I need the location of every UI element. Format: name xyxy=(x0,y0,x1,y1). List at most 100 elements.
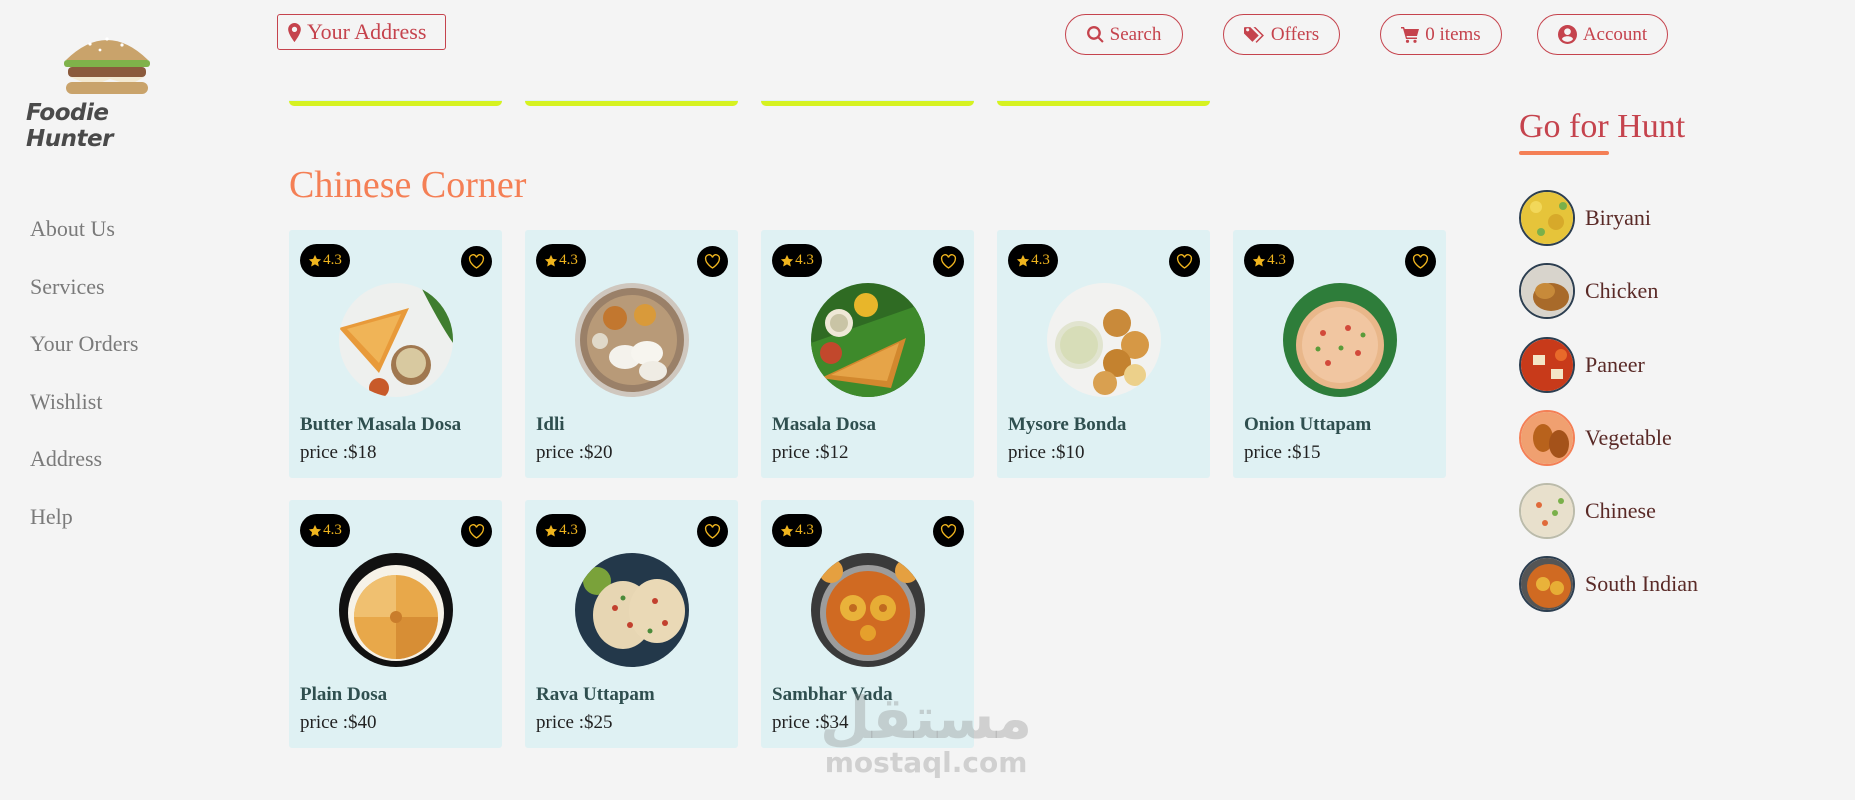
heart-icon xyxy=(1412,254,1429,269)
food-image xyxy=(339,553,453,667)
sidebar-item-services[interactable]: Services xyxy=(30,274,138,332)
watermark-latin: mostaql.com xyxy=(824,746,1028,779)
rating-badge: 4.3 xyxy=(536,244,586,277)
cart-icon xyxy=(1401,26,1420,43)
wishlist-button[interactable] xyxy=(933,246,964,277)
food-card-rava-uttapam[interactable]: 4.3 Rava Uttapam price :$25 xyxy=(525,500,738,748)
category-chinese[interactable]: Chinese xyxy=(1519,482,1656,540)
account-label: Account xyxy=(1582,23,1648,45)
search-icon xyxy=(1086,26,1104,43)
tags-icon xyxy=(1243,27,1264,43)
category-vegetable[interactable]: Vegetable xyxy=(1519,409,1672,467)
category-chicken[interactable]: Chicken xyxy=(1519,262,1658,320)
category-thumbnail xyxy=(1519,410,1575,466)
heart-icon xyxy=(940,254,957,269)
category-thumbnail xyxy=(1519,263,1575,319)
sidebar-item-address[interactable]: Address xyxy=(30,446,138,504)
category-biryani[interactable]: Biryani xyxy=(1519,189,1651,247)
food-price: price :$10 xyxy=(1008,442,1085,463)
account-button[interactable]: Account xyxy=(1537,14,1668,55)
category-thumbnail xyxy=(1519,337,1575,393)
rating-badge: 4.3 xyxy=(1244,244,1294,277)
food-name: Plain Dosa xyxy=(300,684,388,705)
star-icon xyxy=(545,524,558,537)
wishlist-button[interactable] xyxy=(461,246,492,277)
food-image xyxy=(339,283,453,397)
food-name: Rava Uttapam xyxy=(536,684,655,705)
wishlist-button[interactable] xyxy=(933,516,964,547)
sidebar-item-about-us[interactable]: About Us xyxy=(30,216,138,274)
sidebar-item-your-orders[interactable]: Your Orders xyxy=(30,331,138,389)
rating-badge: 4.3 xyxy=(536,514,586,547)
cart-label: 0 items xyxy=(1425,23,1481,45)
sidebar-item-wishlist[interactable]: Wishlist xyxy=(30,389,138,447)
offers-button[interactable]: Offers xyxy=(1223,14,1340,55)
heart-icon xyxy=(1176,254,1193,269)
category-south-indian[interactable]: South Indian xyxy=(1519,555,1698,613)
search-label: Search xyxy=(1109,23,1162,45)
wishlist-button[interactable] xyxy=(1405,246,1436,277)
offers-label: Offers xyxy=(1270,23,1320,45)
wishlist-button[interactable] xyxy=(697,246,728,277)
food-card-butter-masala-dosa[interactable]: 4.3 Butter Masala Dosa price :$18 xyxy=(289,230,502,478)
star-icon xyxy=(309,524,322,537)
food-image xyxy=(575,553,689,667)
food-card-plain-dosa[interactable]: 4.3 Plain Dosa price :$40 xyxy=(289,500,502,748)
food-image xyxy=(1283,283,1397,397)
food-image xyxy=(811,283,925,397)
map-marker-icon xyxy=(288,22,301,42)
cart-button[interactable]: 0 items xyxy=(1380,14,1502,55)
wishlist-button[interactable] xyxy=(1169,246,1200,277)
star-icon xyxy=(781,524,794,537)
category-label: South Indian xyxy=(1585,571,1699,596)
rating-value: 4.3 xyxy=(559,252,578,268)
star-icon xyxy=(781,254,794,267)
category-thumbnail xyxy=(1519,190,1575,246)
category-label: Chinese xyxy=(1585,498,1656,523)
rating-value: 4.3 xyxy=(795,522,814,538)
category-paneer[interactable]: Paneer xyxy=(1519,336,1645,394)
brand-name: Foodie Hunter xyxy=(26,100,113,152)
wishlist-button[interactable] xyxy=(697,516,728,547)
rating-badge: 4.3 xyxy=(772,514,822,547)
rating-value: 4.3 xyxy=(323,252,342,268)
food-price: price :$20 xyxy=(536,442,613,463)
rating-value: 4.3 xyxy=(795,252,814,268)
category-label: Chicken xyxy=(1585,278,1659,303)
food-card-onion-uttapam[interactable]: 4.3 Onion Uttapam price :$15 xyxy=(1233,230,1446,478)
address-button[interactable]: Your Address xyxy=(277,14,446,50)
rating-badge: 4.3 xyxy=(300,244,350,277)
food-image xyxy=(1047,283,1161,397)
heart-icon xyxy=(940,524,957,539)
scroll-clip xyxy=(280,86,1240,100)
rating-badge: 4.3 xyxy=(1008,244,1058,277)
food-card-masala-dosa[interactable]: 4.3 Masala Dosa price :$12 xyxy=(761,230,974,478)
food-name: Onion Uttapam xyxy=(1244,414,1372,435)
food-price: price :$12 xyxy=(772,442,849,463)
heart-icon xyxy=(468,524,485,539)
rating-value: 4.3 xyxy=(559,522,578,538)
food-card-idli[interactable]: 4.3 Idli price :$20 xyxy=(525,230,738,478)
sidebar-item-help[interactable]: Help xyxy=(30,504,138,562)
rating-value: 4.3 xyxy=(323,522,342,538)
category-label: Paneer xyxy=(1585,352,1645,377)
food-card-mysore-bonda[interactable]: 4.3 Mysore Bonda price :$10 xyxy=(997,230,1210,478)
address-label: Your Address xyxy=(307,19,427,44)
heart-icon xyxy=(468,254,485,269)
user-circle-icon xyxy=(1557,25,1577,44)
food-name: Idli xyxy=(536,414,565,435)
star-icon xyxy=(1253,254,1266,267)
rating-value: 4.3 xyxy=(1031,252,1050,268)
rating-badge: 4.3 xyxy=(772,244,822,277)
star-icon xyxy=(309,254,322,267)
food-name: Mysore Bonda xyxy=(1008,414,1127,435)
hunt-title-underline xyxy=(1519,151,1609,155)
search-button[interactable]: Search xyxy=(1065,14,1183,55)
food-price: price :$40 xyxy=(300,712,377,733)
wishlist-button[interactable] xyxy=(461,516,492,547)
watermark-arabic: مستقل xyxy=(820,684,1033,752)
food-price: price :$15 xyxy=(1244,442,1321,463)
food-image xyxy=(575,283,689,397)
brand-logo[interactable]: Foodie Hunter xyxy=(26,30,191,152)
category-label: Biryani xyxy=(1585,205,1651,230)
